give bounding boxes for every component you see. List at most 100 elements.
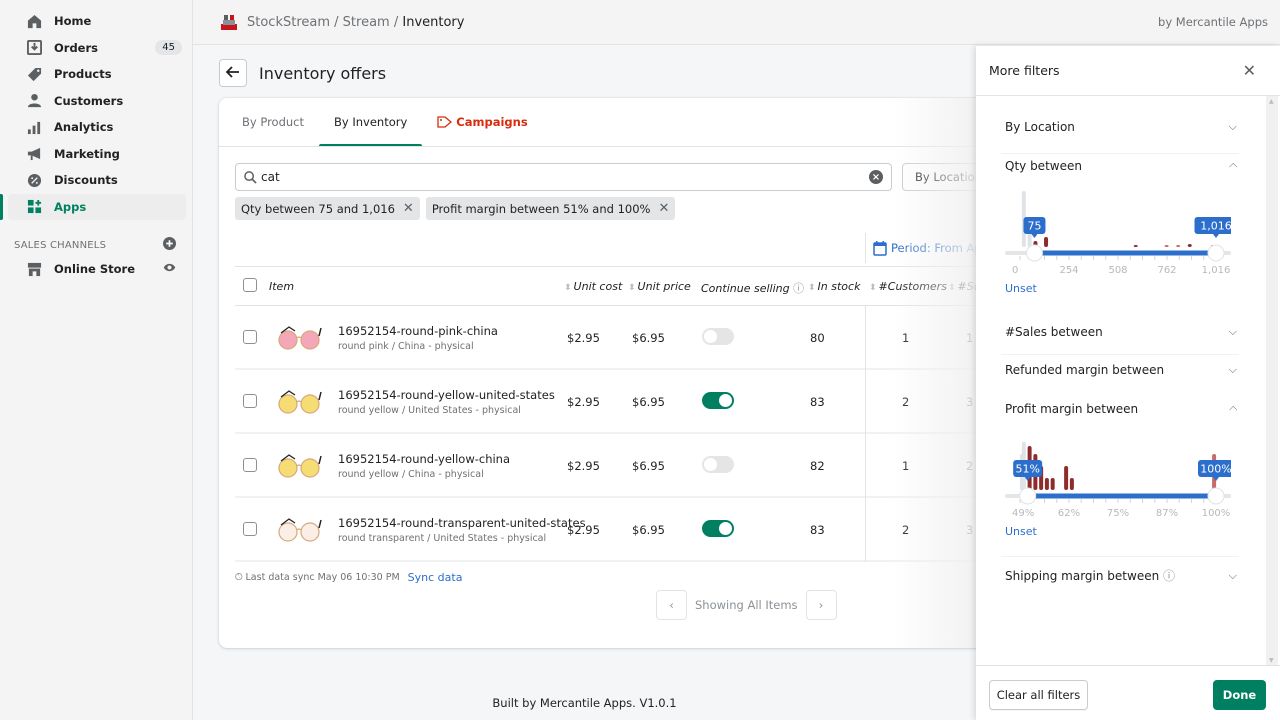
help-icon[interactable]: ⓘ	[1163, 569, 1175, 583]
eye-icon[interactable]	[163, 261, 176, 277]
orders-icon	[26, 40, 42, 56]
col-unit-price[interactable]: ⬍ Unit price	[628, 280, 691, 293]
divider	[1001, 354, 1239, 355]
person-icon	[26, 93, 42, 109]
chevron-up-icon: ⌵	[1228, 160, 1237, 173]
product-thumbnail	[278, 390, 322, 414]
profit-margin-range-slider[interactable]: 51% 100% 49% 62% 75% 87% 100% Unset	[1005, 434, 1231, 554]
search-field[interactable]: ×	[235, 163, 892, 191]
help-icon[interactable]: ⓘ	[793, 282, 804, 295]
unset-link[interactable]: Unset	[1005, 282, 1038, 295]
breadcrumb-inventory: Inventory	[402, 14, 465, 30]
item-name[interactable]: 16952154-round-yellow-united-states	[338, 388, 555, 402]
slider-value-label: 75	[1027, 220, 1041, 233]
done-button[interactable]: Done	[1213, 680, 1266, 710]
table-scroll-fade	[893, 98, 976, 648]
close-icon[interactable]: ✕	[1243, 61, 1256, 80]
chevron-right-icon: ›	[818, 598, 824, 612]
sync-data-link[interactable]: Sync data	[408, 571, 463, 584]
sidebar-item-label: Discounts	[54, 173, 118, 188]
remove-filter-icon[interactable]: ✕	[658, 201, 669, 216]
filter-section-qty[interactable]: Qty between ⌵	[1005, 159, 1237, 173]
sidebar-item-discounts[interactable]: Discounts	[8, 167, 186, 194]
sidebar-item-label: Online Store	[54, 262, 135, 277]
tab-campaigns-label: Campaigns	[456, 115, 528, 129]
row-checkbox[interactable]	[243, 394, 257, 408]
unit-cost: $2.95	[567, 395, 600, 409]
sidebar-item-orders[interactable]: Orders 45	[8, 35, 186, 62]
add-channel-icon[interactable]	[163, 237, 176, 253]
col-in-stock[interactable]: ⬍ In stock	[808, 280, 860, 293]
vendor-byline: by Mercantile Apps	[1158, 15, 1268, 29]
sidebar-item-label: Analytics	[54, 120, 114, 135]
sidebar-item-customers[interactable]: Customers	[8, 88, 186, 115]
search-input[interactable]	[261, 170, 869, 184]
remove-filter-icon[interactable]: ✕	[403, 201, 414, 216]
panel-scrollbar[interactable]	[1266, 96, 1278, 666]
tag-outline-icon	[437, 116, 453, 128]
clear-all-filters-button[interactable]: Clear all filters	[989, 680, 1088, 710]
continue-selling-toggle[interactable]	[702, 392, 734, 409]
footer-credit: Built by Mercantile Apps. V1.0.1	[492, 696, 677, 710]
col-unit-cost[interactable]: ⬍ Unit cost	[564, 280, 622, 293]
sidebar-item-analytics[interactable]: Analytics	[8, 114, 186, 141]
main-content: Inventory offers By Product By Inventory…	[193, 46, 976, 720]
unset-link[interactable]: Unset	[1005, 525, 1038, 538]
section-label: #Sales between	[1005, 325, 1103, 339]
sort-icon: ⬍	[869, 283, 877, 293]
calendar-icon	[873, 240, 887, 256]
next-page-button[interactable]: ›	[805, 590, 837, 620]
tabs: By Product By Inventory Campaigns	[219, 98, 543, 147]
row-checkbox[interactable]	[243, 458, 257, 472]
back-button[interactable]	[219, 59, 247, 87]
product-thumbnail	[278, 326, 322, 350]
in-stock: 82	[810, 459, 825, 473]
filter-section-profit-margin[interactable]: Profit margin between ⌵	[1005, 402, 1237, 416]
continue-selling-toggle[interactable]	[702, 328, 734, 345]
sidebar-item-label: Home	[54, 14, 92, 29]
select-all-checkbox[interactable]	[243, 278, 257, 292]
continue-selling-toggle[interactable]	[702, 456, 734, 473]
histogram-bar	[1050, 478, 1055, 490]
prev-page-button[interactable]: ‹	[656, 590, 687, 620]
sidebar-item-marketing[interactable]: Marketing	[8, 141, 186, 168]
sidebar-item-home[interactable]: Home	[8, 8, 186, 35]
slider-handle-low[interactable]	[1019, 487, 1037, 505]
tag-icon	[26, 66, 42, 82]
histogram-bar	[1164, 245, 1169, 247]
breadcrumb-stockstream[interactable]: StockStream	[247, 15, 330, 30]
tab-campaigns[interactable]: Campaigns	[422, 98, 542, 146]
row-checkbox[interactable]	[243, 522, 257, 536]
slider-handle-low[interactable]	[1025, 244, 1043, 262]
axis-tick-label: 49%	[1012, 508, 1034, 519]
sidebar-item-apps[interactable]: Apps	[0, 193, 186, 220]
slider-handle-high[interactable]	[1207, 244, 1225, 262]
qty-range-slider[interactable]: 75 1,016 0 254 508 762 1,016 Unset	[1005, 191, 1231, 311]
filter-section-sales[interactable]: #Sales between ⌵	[1005, 325, 1237, 339]
clear-search-icon[interactable]: ×	[869, 170, 883, 184]
item-name[interactable]: 16952154-round-pink-china	[338, 324, 498, 338]
sidebar-item-online-store[interactable]: Online Store	[8, 256, 186, 283]
panel-footer: Clear all filters Done	[976, 665, 1280, 720]
panel-title: More filters	[989, 63, 1060, 78]
continue-selling-toggle[interactable]	[702, 520, 734, 537]
search-icon	[244, 170, 257, 184]
filter-tag-label: Qty between 75 and 1,016	[241, 201, 395, 216]
filter-section-refunded-margin[interactable]: Refunded margin between ⌵	[1005, 363, 1237, 377]
item-name[interactable]: 16952154-round-yellow-china	[338, 452, 510, 466]
slider-handle-high[interactable]	[1207, 487, 1225, 505]
product-thumbnail	[278, 454, 322, 478]
item-name[interactable]: 16952154-round-transparent-united-states	[338, 516, 586, 530]
sidebar-item-products[interactable]: Products	[8, 61, 186, 88]
col-item: Item	[269, 280, 295, 293]
row-checkbox[interactable]	[243, 330, 257, 344]
axis-tick-label: 762	[1157, 265, 1176, 276]
item-variant: round pink / China - physical	[338, 341, 474, 352]
sidebar-item-label: Customers	[54, 93, 124, 108]
store-icon	[26, 261, 42, 277]
tab-by-inventory[interactable]: By Inventory	[319, 98, 423, 147]
breadcrumb-stream[interactable]: Stream	[343, 15, 390, 30]
filter-section-shipping-margin[interactable]: Shipping margin between ⓘ ⌵	[1005, 567, 1237, 584]
tab-by-product[interactable]: By Product	[227, 98, 319, 146]
filter-section-location[interactable]: By Location ⌵	[1005, 120, 1237, 134]
